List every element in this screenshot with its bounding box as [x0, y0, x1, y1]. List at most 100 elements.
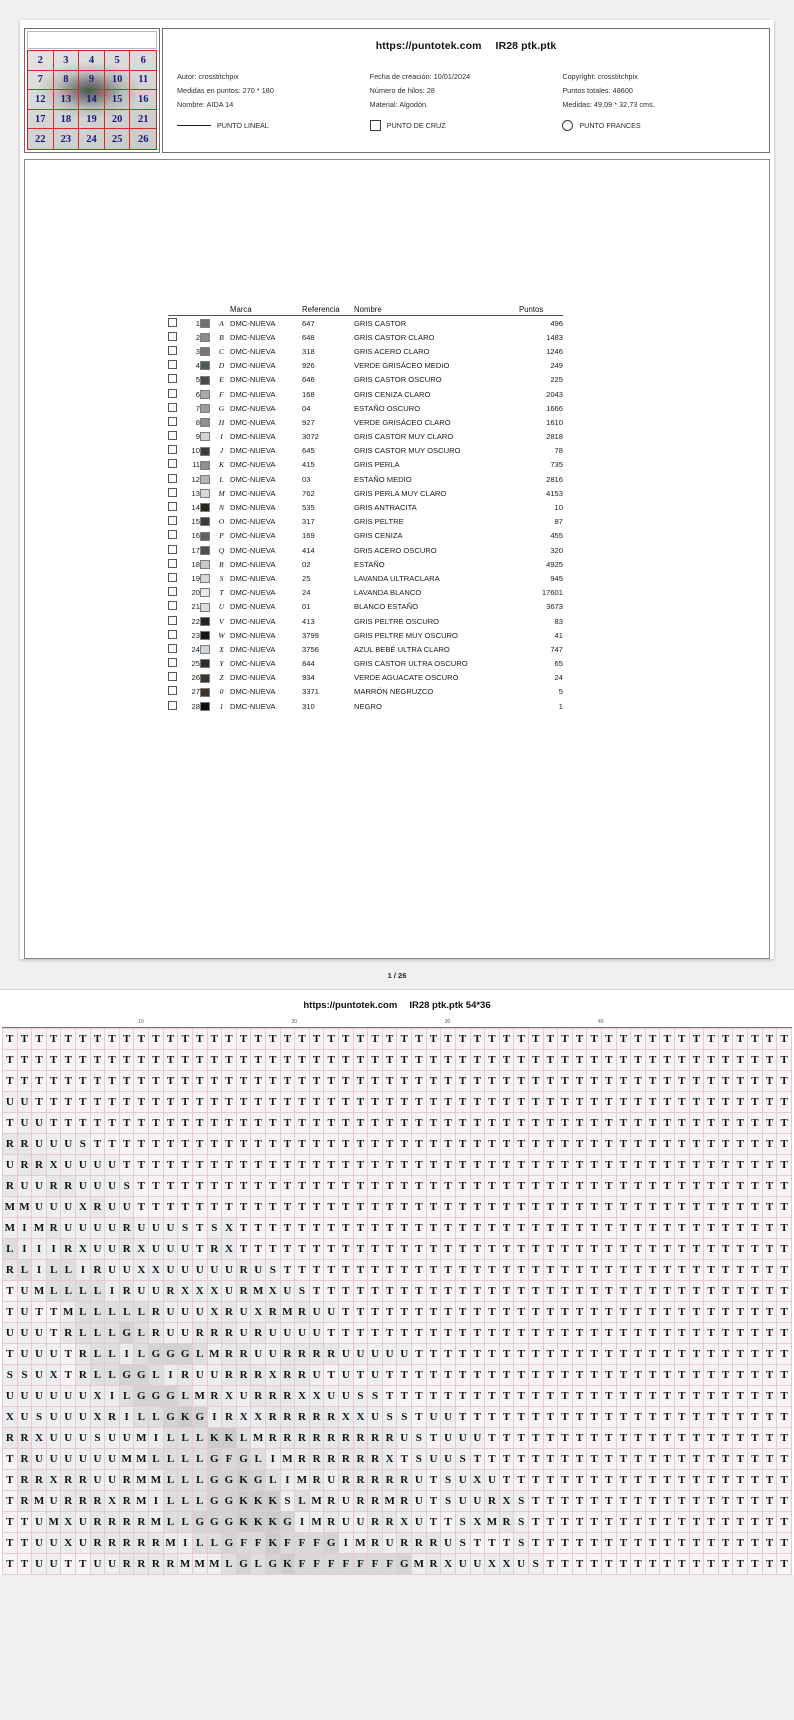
chart-cell[interactable]: T — [615, 1322, 632, 1344]
chart-cell[interactable]: T — [148, 1154, 164, 1176]
checkbox-icon[interactable] — [168, 530, 177, 540]
chart-cell[interactable]: U — [104, 1217, 120, 1239]
chart-cell[interactable]: T — [279, 1154, 296, 1176]
chart-cell[interactable]: U — [308, 1364, 325, 1386]
chart-cell[interactable]: U — [221, 1280, 237, 1302]
chart-cell[interactable]: T — [600, 1259, 617, 1281]
chart-cell[interactable]: S — [411, 1448, 427, 1470]
chart-cell[interactable]: K — [177, 1406, 193, 1428]
chart-cell[interactable]: U — [235, 1322, 252, 1344]
chart-cell[interactable]: X — [191, 1280, 208, 1302]
chart-cell[interactable]: L — [191, 1469, 208, 1491]
chart-cell[interactable]: U — [279, 1322, 296, 1344]
chart-cell[interactable]: T — [396, 1280, 413, 1302]
chart-cell[interactable]: R — [75, 1469, 91, 1491]
chart-cell[interactable]: T — [469, 1301, 486, 1323]
chart-cell[interactable]: T — [425, 1280, 442, 1302]
thumbnail-page-cell[interactable]: 20 — [104, 109, 131, 130]
chart-cell[interactable]: T — [440, 1112, 456, 1134]
chart-cell[interactable]: T — [630, 1070, 646, 1092]
chart-cell[interactable]: R — [118, 1511, 135, 1533]
chart-cell[interactable]: T — [615, 1469, 632, 1491]
chart-cell[interactable]: T — [557, 1301, 573, 1323]
chart-cell[interactable]: T — [659, 1259, 676, 1281]
chart-cell[interactable]: T — [75, 1112, 91, 1134]
chart-cell[interactable]: T — [381, 1196, 398, 1218]
chart-cell[interactable]: T — [425, 1175, 442, 1197]
chart-cell[interactable]: T — [352, 1112, 369, 1134]
chart-cell[interactable]: U — [31, 1196, 47, 1218]
chart-cell[interactable]: T — [703, 1406, 719, 1428]
chart-cell[interactable]: R — [235, 1259, 252, 1281]
chart-cell[interactable]: S — [294, 1280, 310, 1302]
chart-cell[interactable]: T — [703, 1070, 719, 1092]
chart-cell[interactable]: T — [308, 1133, 325, 1155]
chart-cell[interactable]: T — [542, 1070, 559, 1092]
chart-cell[interactable]: R — [31, 1469, 47, 1491]
chart-cell[interactable]: R — [381, 1469, 398, 1491]
chart-cell[interactable]: T — [162, 1091, 179, 1113]
chart-cell[interactable]: T — [630, 1343, 646, 1365]
chart-cell[interactable]: T — [425, 1133, 442, 1155]
chart-cell[interactable]: T — [571, 1343, 588, 1365]
chart-cell[interactable]: T — [747, 1091, 763, 1113]
chart-cell[interactable]: T — [644, 1532, 661, 1554]
chart-cell[interactable]: T — [250, 1028, 266, 1050]
chart-cell[interactable]: U — [45, 1196, 62, 1218]
chart-cell[interactable]: U — [75, 1385, 91, 1407]
chart-cell[interactable]: U — [45, 1133, 62, 1155]
chart-cell[interactable]: L — [221, 1553, 237, 1575]
chart-cell[interactable]: I — [75, 1259, 91, 1281]
chart-cell[interactable]: T — [600, 1343, 617, 1365]
chart-cell[interactable]: T — [323, 1070, 340, 1092]
chart-cell[interactable]: S — [118, 1175, 135, 1197]
chart-cell[interactable]: R — [396, 1532, 413, 1554]
chart-cell[interactable]: T — [703, 1301, 719, 1323]
chart-cell[interactable]: T — [761, 1385, 778, 1407]
chart-cell[interactable]: T — [747, 1301, 763, 1323]
chart-cell[interactable]: S — [513, 1490, 529, 1512]
chart-cell[interactable]: U — [16, 1301, 33, 1323]
chart-cell[interactable]: T — [498, 1322, 515, 1344]
chart-cell[interactable]: L — [45, 1280, 62, 1302]
chart-cell[interactable]: I — [177, 1532, 193, 1554]
chart-cell[interactable]: R — [89, 1511, 106, 1533]
chart-cell[interactable]: T — [440, 1385, 456, 1407]
chart-cell[interactable]: R — [264, 1427, 281, 1449]
chart-cell[interactable]: T — [148, 1070, 164, 1092]
chart-cell[interactable]: T — [469, 1175, 486, 1197]
chart-cell[interactable]: T — [396, 1112, 413, 1134]
chart-cell[interactable]: R — [279, 1364, 296, 1386]
color-checkbox-cell[interactable] — [168, 657, 184, 671]
chart-cell[interactable]: R — [148, 1322, 164, 1344]
chart-cell[interactable]: T — [206, 1154, 223, 1176]
chart-cell[interactable]: T — [615, 1217, 632, 1239]
chart-cell[interactable]: T — [235, 1091, 252, 1113]
chart-cell[interactable]: T — [308, 1196, 325, 1218]
chart-cell[interactable]: T — [703, 1112, 719, 1134]
chart-cell[interactable]: T — [644, 1238, 661, 1260]
chart-cell[interactable]: T — [557, 1217, 573, 1239]
chart-cell[interactable]: T — [688, 1217, 705, 1239]
chart-cell[interactable]: T — [630, 1322, 646, 1344]
chart-cell[interactable]: T — [571, 1364, 588, 1386]
chart-cell[interactable]: U — [381, 1532, 398, 1554]
chart-cell[interactable]: T — [717, 1427, 734, 1449]
chart-cell[interactable]: T — [484, 1322, 500, 1344]
chart-cell[interactable]: T — [440, 1133, 456, 1155]
chart-cell[interactable]: R — [221, 1364, 237, 1386]
chart-cell[interactable]: G — [250, 1469, 266, 1491]
chart-cell[interactable]: T — [162, 1175, 179, 1197]
color-checkbox-cell[interactable] — [168, 444, 184, 458]
chart-cell[interactable]: T — [250, 1154, 266, 1176]
chart-cell[interactable]: T — [776, 1490, 792, 1512]
checkbox-icon[interactable] — [168, 643, 177, 653]
chart-cell[interactable]: G — [133, 1385, 150, 1407]
chart-cell[interactable]: T — [586, 1532, 602, 1554]
chart-cell[interactable]: T — [732, 1427, 749, 1449]
chart-cell[interactable]: T — [659, 1406, 676, 1428]
thumbnail-page-cell[interactable]: 9 — [79, 70, 105, 91]
chart-cell[interactable]: T — [761, 1196, 778, 1218]
chart-cell[interactable]: T — [206, 1091, 223, 1113]
chart-cell[interactable]: T — [2, 1343, 18, 1365]
